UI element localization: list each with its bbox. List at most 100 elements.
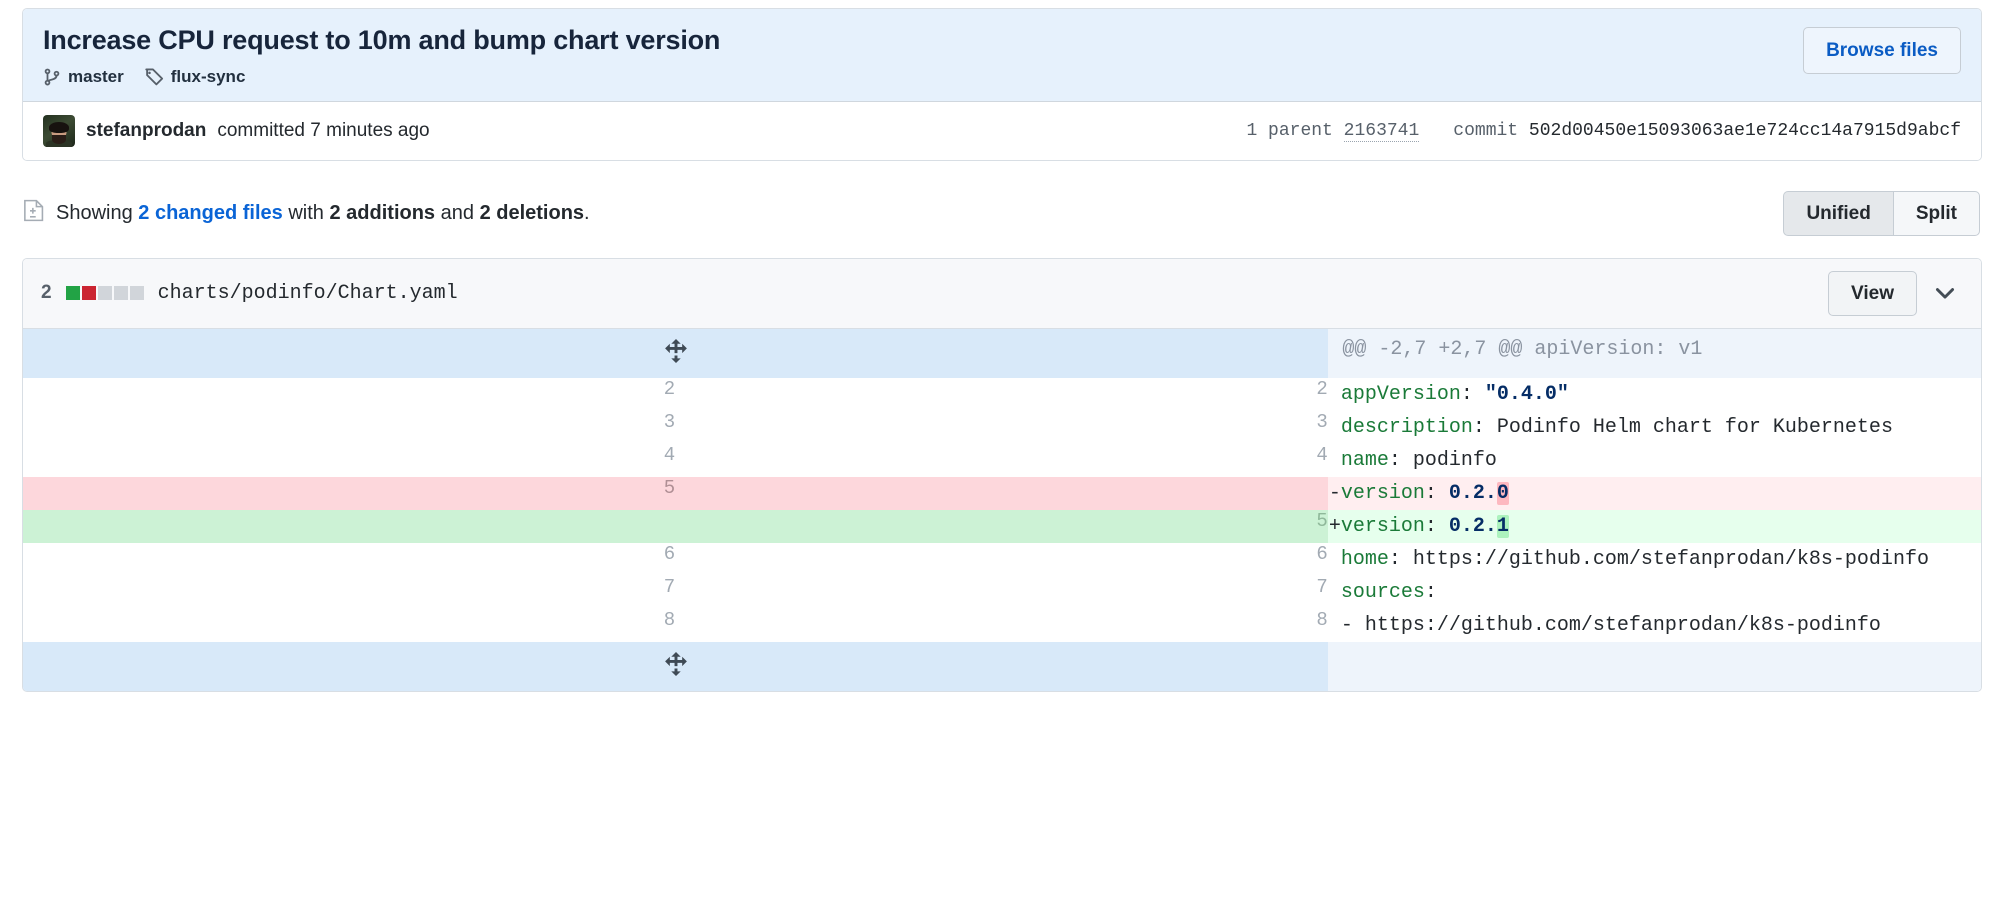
commit-label: commit [1453, 120, 1519, 141]
diff-code-line[interactable]: home: https://github.com/stefanprodan/k8… [1328, 542, 1981, 576]
commit-group: commit 502d00450e15093063ae1e724cc14a791… [1453, 121, 1961, 141]
diff-file-icon [24, 198, 44, 229]
commit-hash-zone: 1 parent 2163741 commit 502d00450e150930… [1246, 120, 1961, 142]
diff-marker: - [1328, 481, 1341, 505]
diffstat-block-add [65, 286, 80, 301]
yaml-key: sources [1340, 580, 1425, 604]
file-header: 2 charts/podinfo/Chart.yaml View [23, 258, 1981, 329]
line-number-old[interactable]: 7 [23, 575, 676, 609]
line-number-old[interactable] [23, 509, 676, 543]
diffstat-block-empty [97, 286, 112, 301]
line-number-old[interactable]: 4 [23, 443, 676, 477]
tab-unified[interactable]: Unified [1783, 190, 1893, 236]
table-row: 4 4 name: podinfo [23, 443, 1981, 477]
commit-meta-row: stefanprodan committed 7 minutes ago 1 p… [23, 101, 1981, 160]
table-row: 8 8 - https://github.com/stefanprodan/k8… [23, 608, 1981, 642]
diff-marker: + [1328, 514, 1341, 538]
yaml-key: version [1340, 514, 1425, 538]
table-row: 7 7 sources: [23, 575, 1981, 609]
git-branch-icon [43, 67, 61, 87]
diff-code-line[interactable]: +version: 0.2.1 [1328, 509, 1981, 543]
diff-code-line[interactable]: name: podinfo [1328, 443, 1981, 477]
diff-table: @@ -2,7 +2,7 @@ apiVersion: v1 2 2 appVe… [23, 328, 1981, 691]
diff-expand-bottom-text [1328, 641, 1981, 691]
page-title: Increase CPU request to 10m and bump cha… [43, 25, 721, 55]
tag-name: flux-sync [170, 66, 246, 86]
file-header-left: 2 charts/podinfo/Chart.yaml [41, 282, 458, 305]
diff-marker [1329, 548, 1341, 571]
yaml-value: https://github.com/stefanprodan/k8s-podi… [1412, 547, 1929, 571]
commit-title-zone: Increase CPU request to 10m and bump cha… [23, 9, 1981, 102]
table-row: 6 6 home: https://github.com/stefanproda… [23, 542, 1981, 576]
line-number-old[interactable]: 3 [23, 410, 676, 444]
summary-period: . [584, 201, 590, 224]
diff-code-line[interactable]: description: Podinfo Helm chart for Kube… [1328, 410, 1981, 444]
diff-code-line[interactable]: sources: [1328, 575, 1981, 609]
line-number-new[interactable]: 7 [675, 575, 1329, 609]
yaml-key: version [1340, 481, 1425, 505]
diff-hunk-header-row[interactable]: @@ -2,7 +2,7 @@ apiVersion: v1 [23, 328, 1981, 378]
tag-ref[interactable]: flux-sync [144, 66, 246, 87]
diff-code-line[interactable]: appVersion: "0.4.0" [1328, 377, 1981, 411]
commit-refs: master flux-sync [43, 67, 720, 87]
commit-author-zone: stefanprodan committed 7 minutes ago [43, 114, 430, 147]
author-name[interactable]: stefanprodan [86, 120, 206, 142]
line-number-old[interactable]: 8 [23, 608, 676, 642]
yaml-value: 0.2. [1448, 481, 1497, 505]
tab-split[interactable]: Split [1892, 190, 1980, 236]
diff-code-line[interactable]: -version: 0.2.0 [1328, 476, 1981, 510]
yaml-value: 0.2. [1448, 514, 1497, 538]
line-number-old[interactable]: 6 [23, 542, 676, 576]
line-number-old[interactable]: 2 [23, 377, 676, 411]
branch-ref[interactable]: master [43, 67, 124, 87]
yaml-sep: : [1424, 580, 1437, 604]
expand-up-down-button[interactable] [23, 328, 1329, 378]
line-number-new[interactable]: 6 [675, 542, 1329, 576]
file-diff-box: 2 charts/podinfo/Chart.yaml View @@ -2,7… [22, 257, 1982, 692]
diff-summary-bar: Showing 2 changed files with 2 additions… [22, 190, 1982, 236]
yaml-value: "0.4.0" [1484, 382, 1569, 406]
table-row: 2 2 appVersion: "0.4.0" [23, 377, 1981, 411]
diff-hunk-header-text: @@ -2,7 +2,7 @@ apiVersion: v1 [1328, 328, 1981, 378]
showing-prefix: Showing [56, 201, 133, 224]
yaml-value: Podinfo Helm chart for Kubernetes [1496, 415, 1893, 439]
additions-count: 2 additions [329, 201, 436, 224]
chevron-down-icon[interactable] [1925, 273, 1965, 313]
table-row: 3 3 description: Podinfo Helm chart for … [23, 410, 1981, 444]
file-header-right: View [1828, 270, 1965, 316]
expand-up-down-button-bottom[interactable] [23, 641, 1329, 691]
view-button[interactable]: View [1828, 270, 1917, 316]
avatar[interactable] [43, 114, 75, 147]
unfold-icon [663, 651, 689, 681]
commit-diff-page: Increase CPU request to 10m and bump cha… [0, 8, 2004, 692]
commit-title-left: Increase CPU request to 10m and bump cha… [43, 25, 720, 87]
unfold-icon [663, 338, 689, 368]
line-number-new[interactable]: 8 [675, 608, 1329, 642]
diff-marker [1329, 449, 1341, 472]
parent-sha[interactable]: 2163741 [1343, 120, 1420, 142]
diff-marker [1329, 614, 1341, 637]
line-number-new[interactable]: 5 [675, 509, 1329, 543]
commit-header-card: Increase CPU request to 10m and bump cha… [22, 8, 1982, 161]
browse-files-button[interactable]: Browse files [1803, 27, 1961, 74]
parent-label: 1 parent [1246, 120, 1333, 141]
line-number-new[interactable]: 4 [675, 443, 1329, 477]
tag-icon [144, 67, 164, 87]
yaml-sep: : [1460, 382, 1485, 406]
line-number-new[interactable]: 2 [675, 377, 1329, 411]
diff-summary-text: Showing 2 changed files with 2 additions… [56, 202, 590, 225]
deletions-count: 2 deletions [479, 201, 585, 224]
diff-summary-left: Showing 2 changed files with 2 additions… [24, 198, 590, 229]
parent-group: 1 parent 2163741 [1246, 120, 1420, 142]
diffstat-count: 2 [41, 282, 52, 304]
line-number-old[interactable]: 5 [23, 476, 676, 510]
changed-files-link[interactable]: 2 changed files [138, 202, 283, 224]
diff-expand-bottom-row[interactable] [23, 641, 1981, 691]
diff-view-toggle: Unified Split [1783, 190, 1980, 236]
commit-sha[interactable]: 502d00450e15093063ae1e724cc14a7915d9abcf [1529, 121, 1961, 141]
diff-marker [1329, 383, 1341, 406]
line-number-new[interactable] [675, 476, 1329, 510]
file-path[interactable]: charts/podinfo/Chart.yaml [158, 282, 458, 305]
diff-code-line[interactable]: - https://github.com/stefanprodan/k8s-po… [1328, 608, 1981, 642]
line-number-new[interactable]: 3 [675, 410, 1329, 444]
